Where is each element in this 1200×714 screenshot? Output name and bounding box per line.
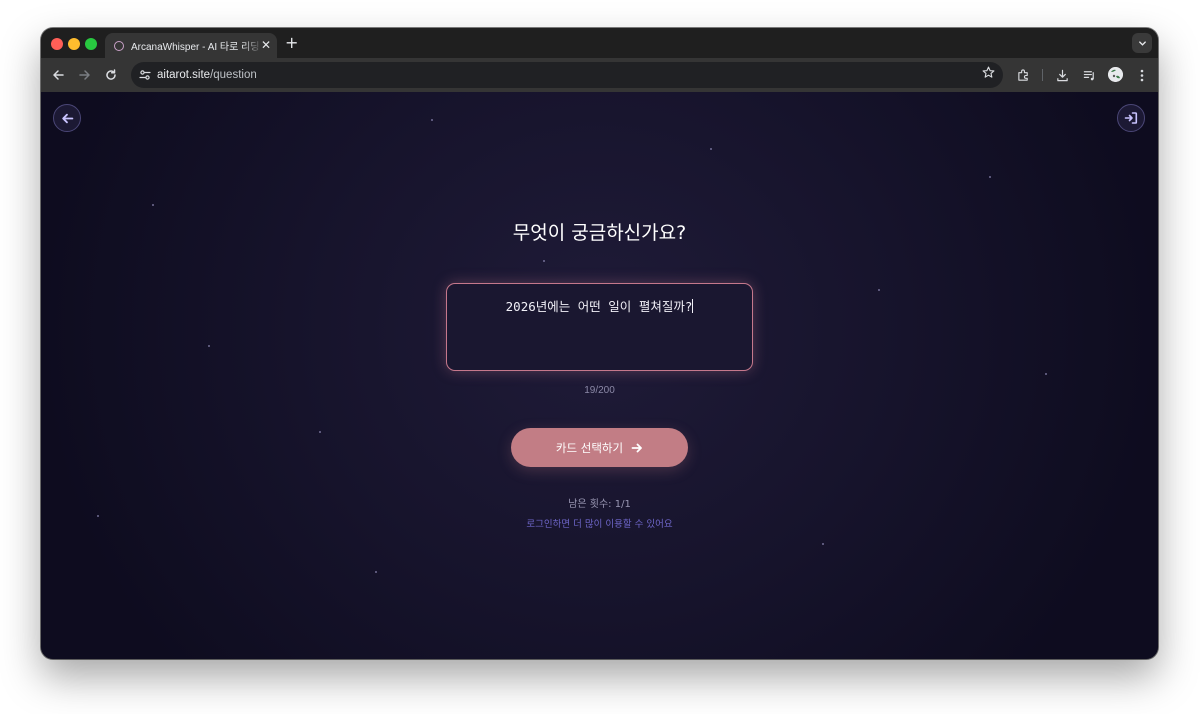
bookmark-star-icon[interactable] — [982, 66, 995, 84]
arrow-left-icon — [53, 70, 64, 80]
star-decoration — [878, 289, 880, 291]
browser-menu-button[interactable] — [1134, 67, 1150, 83]
tab-title: ArcanaWhisper - AI 타로 리딩 — [131, 42, 260, 53]
question-value: 2026년에는 어떤 일이 펼쳐질까? — [505, 299, 693, 314]
address-bar[interactable]: aitarot.site/question — [131, 62, 1003, 88]
arrow-left-icon — [61, 113, 73, 123]
star-decoration — [152, 204, 154, 206]
login-icon — [1124, 112, 1138, 124]
profile-avatar[interactable] — [1108, 67, 1123, 82]
more-vertical-icon — [1140, 69, 1144, 81]
avatar-icon — [1108, 67, 1123, 82]
chevron-down-icon — [1138, 40, 1146, 46]
star-decoration — [97, 515, 99, 517]
star-decoration — [375, 571, 377, 573]
downloads-button[interactable] — [1054, 67, 1070, 83]
arrow-right-icon — [79, 70, 90, 80]
star-decoration — [822, 543, 824, 545]
puzzle-icon — [1017, 68, 1028, 81]
tab-close-icon[interactable]: ✕ — [261, 38, 271, 52]
browser-tab[interactable]: ArcanaWhisper - AI 타로 리딩 ✕ — [105, 33, 277, 58]
star-decoration — [431, 119, 433, 121]
star-decoration — [989, 176, 991, 178]
remaining-count: 남은 횟수: 1/1 — [568, 499, 631, 510]
star-decoration — [208, 345, 210, 347]
star-decoration — [543, 260, 545, 262]
question-input[interactable]: 2026년에는 어떤 일이 펼쳐질까? — [446, 283, 753, 371]
question-text: 2026년에는 어떤 일이 펼쳐질까? — [447, 298, 752, 316]
site-settings-icon[interactable] — [137, 67, 153, 83]
extensions-button[interactable] — [1015, 67, 1031, 83]
page-viewport: 무엇이 궁금하신가요? 2026년에는 어떤 일이 펼쳐질까? 19/200 카… — [41, 92, 1158, 659]
toolbar-divider — [1042, 69, 1043, 81]
text-caret — [692, 299, 694, 313]
star-decoration — [710, 148, 712, 150]
select-cards-button[interactable]: 카드 선택하기 — [511, 428, 688, 467]
tab-strip: ArcanaWhisper - AI 타로 리딩 ✕ + — [41, 28, 1158, 58]
minimize-window-button[interactable] — [68, 38, 80, 50]
reload-button[interactable] — [103, 67, 119, 83]
tab-search-button[interactable] — [1132, 33, 1152, 53]
maximize-window-button[interactable] — [85, 38, 97, 50]
media-controls-button[interactable] — [1081, 67, 1097, 83]
login-button[interactable] — [1117, 104, 1145, 132]
star-decoration — [1045, 373, 1047, 375]
back-button[interactable] — [53, 104, 81, 132]
page-title: 무엇이 궁금하신가요? — [512, 222, 687, 244]
browser-window: ArcanaWhisper - AI 타로 리딩 ✕ + aitarot.sit… — [41, 28, 1158, 659]
download-icon — [1056, 69, 1068, 81]
login-hint-link[interactable]: 로그인하면 더 많이 이용할 수 있어요 — [41, 518, 1158, 532]
select-cards-label: 카드 선택하기 — [555, 440, 624, 455]
character-counter: 19/200 — [584, 385, 615, 396]
browser-toolbar: aitarot.site/question — [41, 58, 1158, 92]
arrow-right-icon — [631, 442, 643, 454]
playlist-icon — [1083, 70, 1094, 80]
star-decoration — [319, 431, 321, 433]
url-domain: aitarot.site — [157, 69, 211, 81]
favicon-icon — [114, 40, 124, 51]
reload-icon — [106, 69, 116, 80]
forward-nav-button[interactable] — [77, 67, 93, 83]
url-text[interactable]: aitarot.site/question — [157, 67, 257, 83]
url-path: /question — [210, 69, 257, 81]
new-tab-button[interactable]: + — [285, 34, 298, 52]
back-nav-button[interactable] — [50, 67, 66, 83]
close-window-button[interactable] — [51, 38, 63, 50]
